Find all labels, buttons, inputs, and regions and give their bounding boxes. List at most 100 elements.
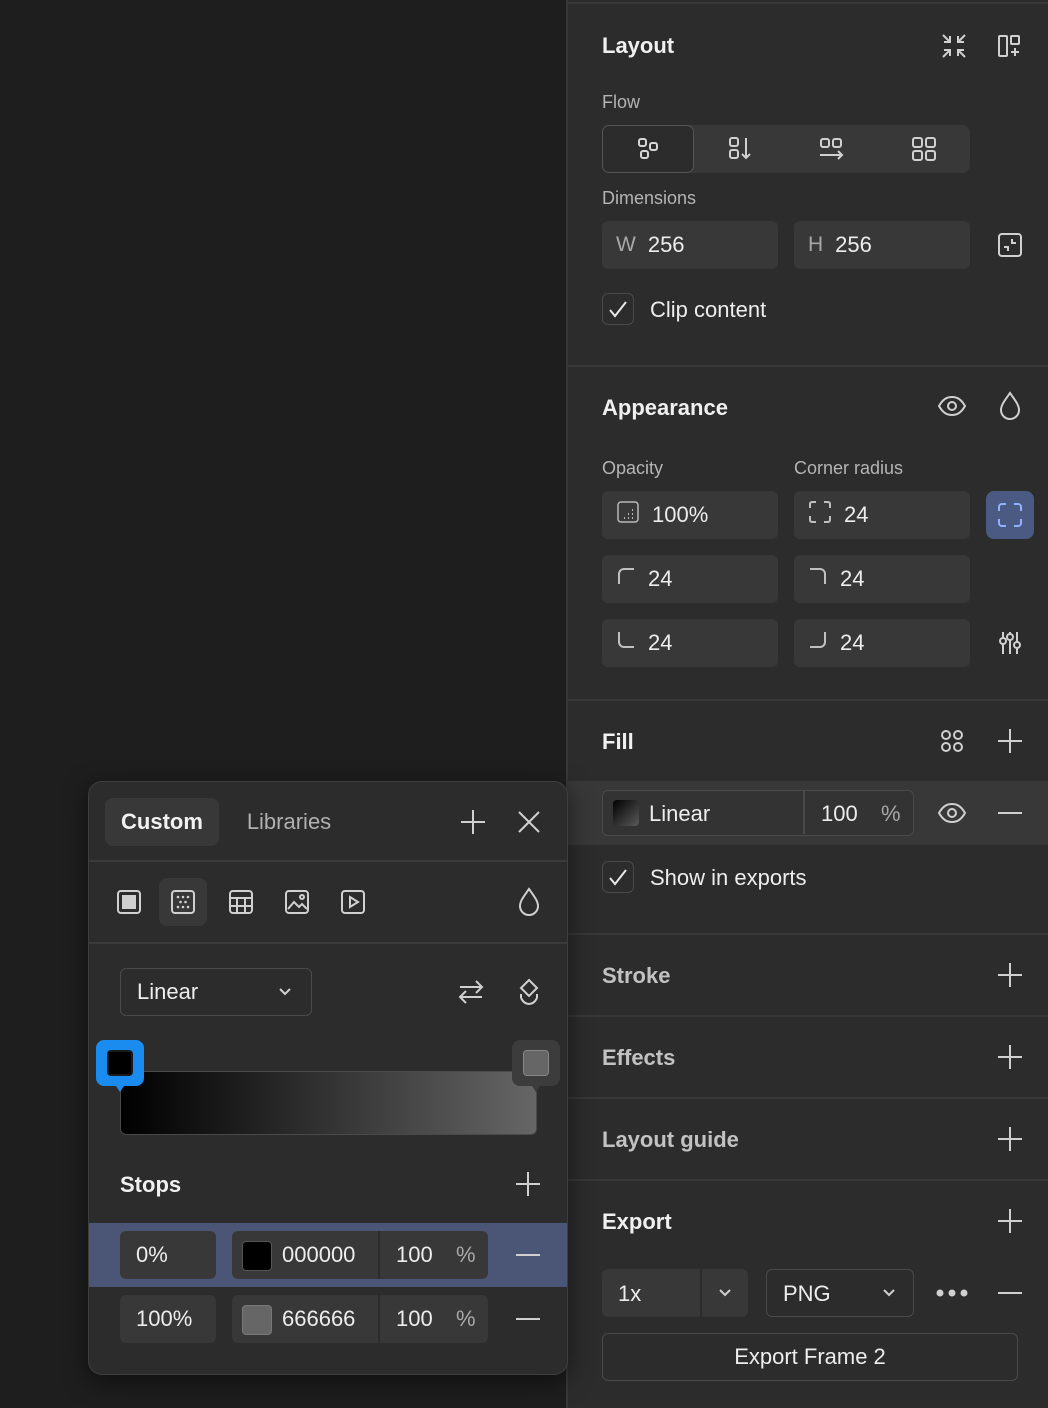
blend-mode-drop-icon[interactable]: [511, 884, 547, 920]
corner-bottom-right-field[interactable]: 24: [794, 619, 970, 667]
flow-freeform-button[interactable]: [602, 125, 694, 173]
remove-export-icon[interactable]: [992, 1275, 1028, 1311]
export-format-select[interactable]: PNG: [766, 1269, 914, 1317]
width-field[interactable]: W 256: [602, 221, 778, 269]
add-export-icon[interactable]: [992, 1203, 1028, 1239]
dimensions-label: Dimensions: [602, 188, 697, 208]
fill-opacity-value: 100: [821, 801, 858, 826]
clip-content-checkbox[interactable]: [602, 293, 634, 325]
stop-handle-swatch: [523, 1050, 549, 1076]
export-format-value: PNG: [783, 1281, 831, 1306]
stop-color-field[interactable]: 666666 100 %: [232, 1295, 488, 1343]
collapse-icon[interactable]: [936, 28, 972, 64]
eye-icon[interactable]: [934, 388, 970, 424]
width-prefix: W: [616, 233, 636, 256]
show-in-exports-checkbox[interactable]: [602, 861, 634, 893]
add-stroke-icon[interactable]: [992, 957, 1028, 993]
opacity-value: 100%: [652, 502, 709, 527]
stop-color-swatch[interactable]: [242, 1305, 272, 1335]
gradient-preview-bar[interactable]: [120, 1071, 537, 1135]
effects-title: Effects: [602, 1045, 676, 1070]
divider: [568, 2, 1048, 4]
export-scale-value: 1x: [618, 1281, 642, 1306]
add-style-icon[interactable]: [455, 804, 491, 840]
stop-opacity-value: 100: [396, 1306, 433, 1331]
add-stop-icon[interactable]: [510, 1166, 546, 1202]
add-effect-icon[interactable]: [992, 1039, 1028, 1075]
flip-gradient-icon[interactable]: [453, 974, 489, 1010]
close-icon[interactable]: [511, 804, 547, 840]
remove-stop-icon[interactable]: [510, 1301, 546, 1337]
stop-handle-swatch: [107, 1050, 133, 1076]
divider: [568, 699, 1048, 701]
divider: [568, 365, 1048, 367]
stop-percent: %: [456, 1306, 476, 1331]
divider: [568, 1179, 1048, 1181]
flow-grid-button[interactable]: [878, 125, 970, 173]
fill-visibility-icon[interactable]: [934, 795, 970, 831]
properties-panel: Layout Flow Dimensions W 256 H 256 Clip …: [566, 0, 1048, 1408]
rotate-gradient-icon[interactable]: [511, 974, 547, 1010]
remove-stop-icon[interactable]: [510, 1237, 546, 1273]
flow-vertical-button[interactable]: [694, 125, 786, 173]
corner-bl-value: 24: [648, 630, 673, 655]
gradient-stop-handle-start[interactable]: [96, 1040, 144, 1092]
fill-swatch[interactable]: [613, 800, 639, 826]
tab-custom[interactable]: Custom: [105, 798, 219, 846]
gradient-type-select[interactable]: Linear: [120, 968, 312, 1016]
stop-position-field[interactable]: 100%: [120, 1295, 216, 1343]
flow-selector: [602, 125, 970, 173]
image-paint-icon[interactable]: [279, 884, 315, 920]
corner-radius-all-field[interactable]: 24: [794, 491, 970, 539]
stop-row[interactable]: 0% 000000 100 %: [89, 1223, 567, 1287]
opacity-grid-icon: [616, 500, 640, 530]
stop-color-swatch[interactable]: [242, 1241, 272, 1271]
corner-all-value: 24: [844, 502, 869, 527]
more-options-icon[interactable]: [934, 1275, 970, 1311]
pattern-paint-icon[interactable]: [223, 884, 259, 920]
corner-bottom-right-icon: [808, 630, 828, 656]
corner-top-right-field[interactable]: 24: [794, 555, 970, 603]
height-field[interactable]: H 256: [794, 221, 970, 269]
corner-all-icon: [808, 500, 832, 530]
fill-field[interactable]: Linear 100 %: [602, 790, 914, 836]
export-frame-button[interactable]: Export Frame 2: [602, 1333, 1018, 1381]
corner-tr-value: 24: [840, 566, 865, 591]
adjust-sliders-icon[interactable]: [992, 625, 1028, 661]
video-paint-icon[interactable]: [335, 884, 371, 920]
export-scale-field[interactable]: 1x: [602, 1269, 748, 1317]
remove-fill-icon[interactable]: [992, 795, 1028, 831]
styles-grid-icon[interactable]: [934, 723, 970, 759]
layout-title: Layout: [602, 33, 675, 58]
blend-drop-icon[interactable]: [992, 388, 1028, 424]
add-layout-guide-icon[interactable]: [992, 1121, 1028, 1157]
scale-chevron-down-icon[interactable]: [702, 1269, 748, 1317]
fill-type-label: Linear: [649, 801, 711, 826]
tab-libraries[interactable]: Libraries: [229, 798, 349, 846]
divider: [568, 1015, 1048, 1017]
corner-top-right-icon: [808, 566, 828, 592]
gradient-stop-handle-end[interactable]: [512, 1040, 560, 1092]
stop-percent: %: [456, 1242, 476, 1267]
stroke-title: Stroke: [602, 963, 671, 988]
show-in-exports-label: Show in exports: [650, 865, 807, 890]
flow-horizontal-button[interactable]: [786, 125, 878, 173]
independent-corners-toggle[interactable]: [986, 491, 1034, 539]
stop-row[interactable]: 100% 666666 100 %: [89, 1287, 567, 1351]
corner-bottom-left-field[interactable]: 24: [602, 619, 778, 667]
stop-position-field[interactable]: 0%: [120, 1231, 216, 1279]
add-fill-icon[interactable]: [992, 723, 1028, 759]
layout-grid-add-icon[interactable]: [992, 28, 1028, 64]
divider: [89, 860, 567, 862]
gradient-paint-icon[interactable]: [159, 878, 207, 926]
corner-top-left-field[interactable]: 24: [602, 555, 778, 603]
opacity-field[interactable]: 100%: [602, 491, 778, 539]
fill-title: Fill: [602, 729, 634, 754]
stop-color-field[interactable]: 000000 100 %: [232, 1231, 488, 1279]
stop-handle-pointer: [112, 1080, 128, 1092]
field-separator: [803, 791, 805, 834]
stop-hex-value: 666666: [282, 1306, 356, 1331]
opacity-label: Opacity: [602, 458, 664, 478]
resize-to-fit-icon[interactable]: [992, 227, 1028, 263]
solid-paint-icon[interactable]: [111, 884, 147, 920]
